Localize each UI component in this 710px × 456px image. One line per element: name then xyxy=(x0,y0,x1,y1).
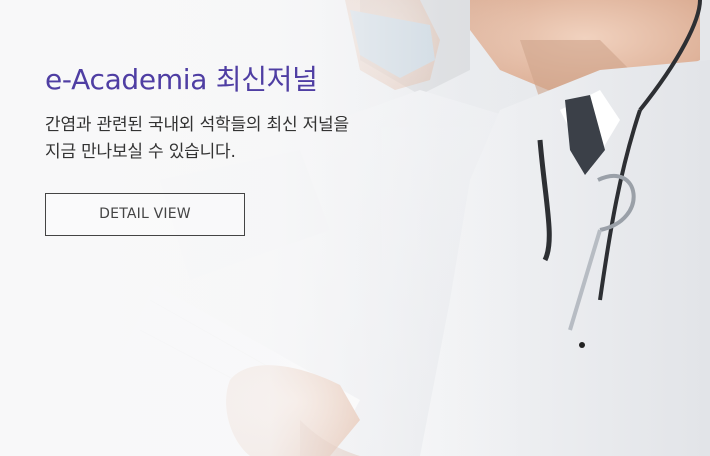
banner-description: 간염과 관련된 국내외 석학들의 최신 저널을 지금 만나보실 수 있습니다. xyxy=(45,115,349,162)
journal-banner: e-Academia 최신저널 간염과 관련된 국내외 석학들의 최신 저널을 … xyxy=(0,0,710,456)
detail-view-button[interactable]: DETAIL VIEW xyxy=(45,193,245,236)
banner-title: e-Academia 최신저널 xyxy=(45,63,318,96)
banner-content: e-Academia 최신저널 간염과 관련된 국내외 석학들의 최신 저널을 … xyxy=(45,62,485,236)
